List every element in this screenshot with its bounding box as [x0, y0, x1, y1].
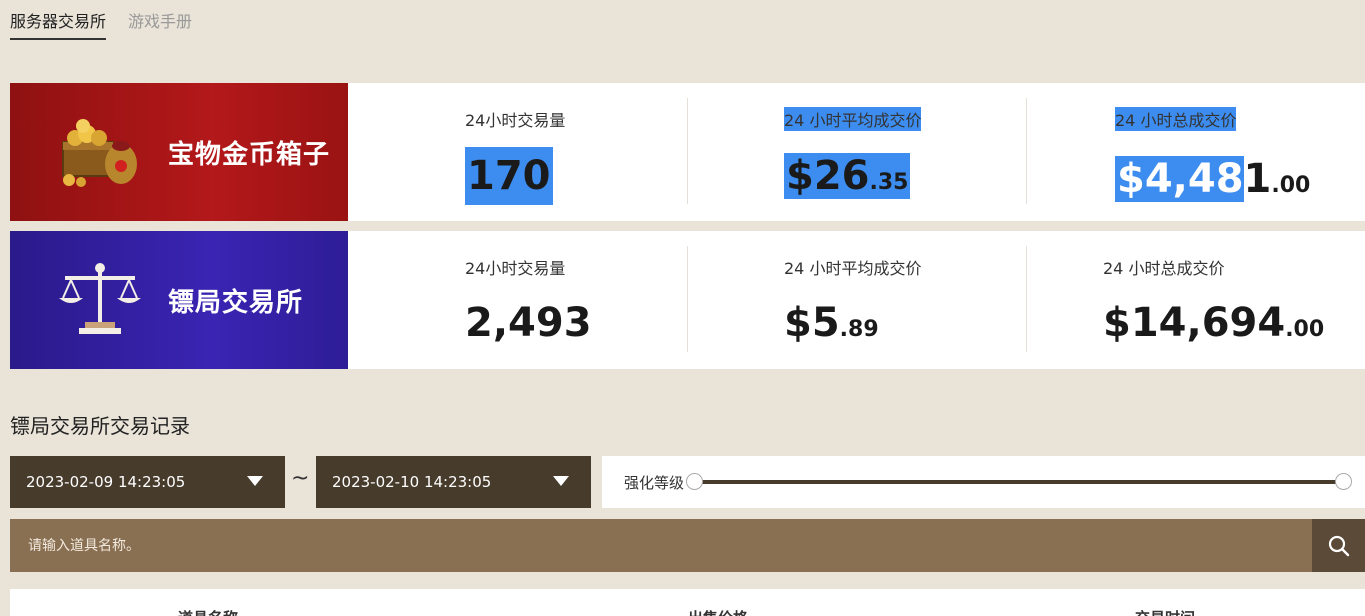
stat-average-label: 24 小时平均成交价	[784, 107, 922, 131]
tab-server-exchange[interactable]: 服务器交易所	[10, 8, 107, 40]
top-tabs: 服务器交易所 游戏手册	[10, 8, 192, 40]
stat-total-decimal: .00	[1271, 173, 1311, 198]
stat-total-label: 24 小时总成交价	[1103, 259, 1225, 278]
stat-total-main-rest: 1	[1243, 156, 1272, 202]
stat-total-value: $14,694.00	[1103, 299, 1324, 354]
level-slider-track[interactable]	[692, 480, 1344, 484]
stat-average-label: 24 小时平均成交价	[784, 259, 922, 278]
treasure-chest-icon	[40, 83, 160, 221]
stat-average-main: $5	[784, 300, 840, 346]
stat-average-main: $26	[786, 153, 870, 199]
search-button[interactable]	[1312, 519, 1365, 572]
stat-total-main-highlighted: $4,48	[1115, 156, 1244, 202]
level-slider-min-handle[interactable]	[686, 473, 703, 490]
search-icon	[1328, 535, 1349, 556]
banner-treasure-chest[interactable]: 宝物金币箱子	[10, 83, 348, 221]
banner-escort-exchange[interactable]: 镖局交易所	[10, 231, 348, 369]
stat-total-value: $4,481.00	[1115, 153, 1310, 205]
tab-game-manual[interactable]: 游戏手册	[128, 8, 192, 40]
stat-volume: 24小时交易量 170	[348, 83, 687, 221]
stat-average-decimal: .89	[839, 317, 879, 342]
table-header: 道具名称 出售价格 交易时间	[10, 589, 1365, 616]
column-sale-price[interactable]: 出售价格	[688, 607, 748, 616]
stat-volume: 24小时交易量 2,493	[348, 231, 687, 369]
level-slider-max-handle[interactable]	[1335, 473, 1352, 490]
enhancement-level-label: 强化等级	[624, 473, 685, 492]
stat-average-decimal: .35	[869, 170, 909, 195]
start-date-value: 2023-02-09 14:23:05	[26, 473, 186, 491]
stat-average-value: $26.35	[784, 153, 911, 199]
stat-total-price: 24 小时总成交价 $14,694.00	[1026, 231, 1365, 369]
start-date-select[interactable]: 2023-02-09 14:23:05	[10, 456, 285, 508]
banner-name: 镖局交易所	[168, 287, 304, 318]
caret-down-icon	[247, 476, 263, 486]
stat-average-value: $5.89	[784, 299, 879, 354]
stat-total-price: 24 小时总成交价 $4,481.00	[1026, 83, 1365, 221]
date-range-separator: ~	[291, 466, 310, 491]
stats-row-escort-exchange: 镖局交易所 24小时交易量 2,493 24 小时平均成交价 $5.89 24 …	[10, 231, 1365, 369]
stat-average-price: 24 小时平均成交价 $26.35	[687, 83, 1026, 221]
end-date-value: 2023-02-10 14:23:05	[332, 473, 492, 491]
stats-row-treasure-chest: 宝物金币箱子 24小时交易量 170 24 小时平均成交价 $26.35 24 …	[10, 83, 1365, 221]
stat-total-decimal: .00	[1285, 317, 1325, 342]
stat-volume-value: 2,493	[465, 300, 592, 346]
search-bar	[10, 519, 1365, 572]
stat-average-price: 24 小时平均成交价 $5.89	[687, 231, 1026, 369]
stat-total-label: 24 小时总成交价	[1115, 107, 1237, 131]
end-date-select[interactable]: 2023-02-10 14:23:05	[316, 456, 591, 508]
stat-volume-value: 170	[465, 147, 553, 205]
column-trade-time[interactable]: 交易时间	[1135, 607, 1195, 616]
stat-volume-label: 24小时交易量	[465, 111, 566, 130]
section-title: 镖局交易所交易记录	[10, 414, 190, 438]
banner-name: 宝物金币箱子	[168, 139, 331, 170]
scales-icon	[40, 231, 160, 369]
column-item-name[interactable]: 道具名称	[178, 607, 238, 616]
stat-total-main: $14,694	[1103, 300, 1286, 346]
stat-volume-label: 24小时交易量	[465, 259, 566, 278]
search-input[interactable]	[28, 537, 1288, 554]
caret-down-icon	[553, 476, 569, 486]
